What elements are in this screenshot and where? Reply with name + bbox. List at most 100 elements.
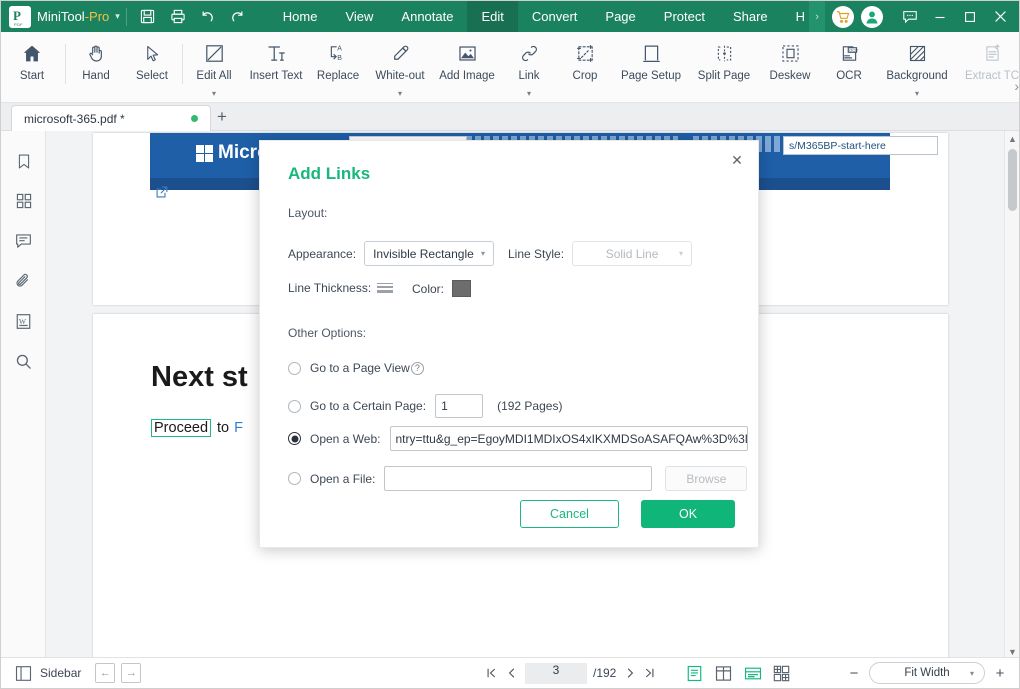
menu-item-share[interactable]: Share (719, 1, 782, 32)
zoom-level-select[interactable]: Fit Width ▾ (869, 662, 985, 684)
undo-icon[interactable] (193, 3, 223, 31)
radio-go-to-page-view[interactable] (288, 361, 301, 375)
chevron-down-icon[interactable]: ▾ (398, 90, 402, 98)
single-page-view-icon[interactable] (682, 662, 707, 684)
menu-item-convert[interactable]: Convert (518, 1, 592, 32)
radio-go-to-certain-page[interactable] (288, 399, 301, 413)
close-icon[interactable]: ✕ (726, 149, 748, 171)
radio-open-a-file[interactable] (288, 472, 301, 485)
option-open-a-file[interactable]: Open a File: Browse (288, 466, 748, 491)
ribbon-deskew-button[interactable]: Deskew (759, 32, 821, 98)
save-icon[interactable] (133, 3, 163, 31)
word-export-icon[interactable]: W (1, 305, 46, 337)
ribbon-hand-button[interactable]: Hand (68, 32, 124, 98)
ribbon-select-button[interactable]: Select (124, 32, 180, 98)
last-page-button[interactable] (640, 663, 660, 683)
next-page-button[interactable] (620, 663, 640, 683)
ribbon-whiteout-button[interactable]: White-out ▾ (367, 32, 433, 98)
document-link-chip-right[interactable]: s/M365BP-start-here (783, 136, 938, 155)
sidebar-toggle-button[interactable]: Sidebar (15, 665, 81, 682)
ribbon-ocr-button[interactable]: OCR OCR (821, 32, 877, 98)
ribbon-link-button[interactable]: Link ▾ (501, 32, 557, 98)
external-link-icon[interactable] (155, 185, 169, 204)
line-thickness-row: Line Thickness: (288, 281, 394, 295)
new-tab-button[interactable]: + (217, 108, 227, 126)
ribbon-divider (182, 44, 183, 84)
ribbon-page-setup-button[interactable]: Page Setup (613, 32, 689, 98)
cancel-button[interactable]: Cancel (520, 500, 619, 528)
zoom-in-button[interactable]: + (989, 662, 1011, 684)
bookmark-icon[interactable] (1, 145, 46, 177)
color-swatch[interactable] (452, 280, 472, 297)
menu-item-view[interactable]: View (331, 1, 387, 32)
account-icon[interactable] (861, 5, 883, 28)
paragraph-link-word[interactable]: F (234, 420, 243, 436)
ribbon-crop-button[interactable]: Crop (557, 32, 613, 98)
two-page-view-icon[interactable] (711, 662, 736, 684)
chevron-down-icon: ▾ (679, 249, 684, 258)
chevron-down-icon[interactable]: ▾ (212, 90, 216, 98)
zoom-out-button[interactable]: − (843, 662, 865, 684)
ribbon-start-button[interactable]: Start (1, 32, 63, 98)
menu-item-page[interactable]: Page (591, 1, 649, 32)
titlebar-divider (125, 7, 127, 26)
continuous-scroll-icon[interactable] (740, 662, 765, 684)
option-open-a-web[interactable]: Open a Web: ntry=ttu&g_ep=EgoyMDI1MDIxOS… (288, 426, 748, 451)
line-thickness-icon[interactable] (377, 283, 394, 293)
ribbon-insert-text-button[interactable]: Insert Text (243, 32, 309, 98)
comments-icon[interactable] (1, 225, 46, 257)
browse-button[interactable]: Browse (665, 466, 748, 491)
scrollbar-thumb[interactable] (1008, 149, 1017, 211)
add-image-icon (457, 39, 478, 67)
thumbnails-icon[interactable] (1, 185, 46, 217)
chevron-down-icon[interactable]: ▾ (915, 90, 919, 98)
maximize-button[interactable] (955, 1, 985, 32)
menu-item-home[interactable]: Home (269, 1, 332, 32)
appearance-select[interactable]: Invisible Rectangle ▾ (364, 241, 495, 266)
menu-item-edit[interactable]: Edit (467, 1, 518, 32)
feedback-icon[interactable] (895, 1, 925, 32)
menu-item-annotate[interactable]: Annotate (387, 1, 467, 32)
document-tab[interactable]: microsoft-365.pdf * (11, 105, 211, 131)
previous-page-button[interactable] (501, 663, 521, 683)
tile-view-icon[interactable] (769, 662, 794, 684)
close-button[interactable] (985, 1, 1015, 32)
redo-icon[interactable] (223, 3, 253, 31)
menu-overflow-icon[interactable]: › (809, 1, 826, 32)
ribbon-split-page-button[interactable]: Split Page (689, 32, 759, 98)
app-menu-caret-icon[interactable]: ▾ (115, 11, 120, 22)
chevron-down-icon[interactable]: ▾ (527, 90, 531, 98)
vertical-scrollbar[interactable]: ▲ ▼ (1004, 131, 1019, 659)
option-go-to-certain-page[interactable]: Go to a Certain Page: 1 (192 Pages) (288, 394, 562, 418)
ok-button[interactable]: OK (641, 500, 735, 528)
selected-link-text[interactable]: Proceed (151, 419, 212, 437)
menu-item-help[interactable]: H (782, 1, 809, 32)
print-icon[interactable] (163, 3, 193, 31)
home-icon (21, 39, 43, 67)
minimize-button[interactable] (925, 1, 955, 32)
cart-icon[interactable] (832, 5, 854, 28)
option-go-to-page-view[interactable]: Go to a Page View ? (288, 361, 424, 375)
page-number-input[interactable]: 3 (525, 662, 587, 684)
search-icon[interactable] (1, 345, 46, 377)
ribbon-add-image-button[interactable]: Add Image (433, 32, 501, 98)
ribbon-overflow-icon[interactable]: › (1014, 78, 1019, 94)
ribbon-background-button[interactable]: Background ▾ (877, 32, 957, 98)
nav-back-button[interactable]: ← (95, 663, 116, 683)
menu-item-protect[interactable]: Protect (650, 1, 719, 32)
ribbon-replace-button[interactable]: A B Replace (309, 32, 367, 98)
certain-page-input[interactable]: 1 (435, 394, 484, 418)
ribbon-edit-all-button[interactable]: Edit All ▾ (185, 32, 243, 98)
file-path-input[interactable] (384, 466, 653, 491)
ribbon-label-page-setup: Page Setup (620, 70, 682, 82)
chevron-down-icon: ▾ (969, 668, 974, 678)
title-bar: P PDF MiniTool-Pro ▾ Home View Annotate … (1, 1, 1019, 32)
ribbon-label-start: Start (19, 70, 45, 82)
first-page-button[interactable] (481, 663, 501, 683)
web-url-input[interactable]: ntry=ttu&g_ep=EgoyMDI1MDIxOS4xIKXMDSoASA… (389, 426, 748, 451)
scroll-up-icon[interactable]: ▲ (1005, 131, 1019, 146)
nav-forward-button[interactable]: → (121, 663, 142, 683)
attachments-icon[interactable] (1, 265, 46, 297)
help-icon[interactable]: ? (410, 361, 424, 375)
radio-open-a-web[interactable] (288, 432, 301, 445)
